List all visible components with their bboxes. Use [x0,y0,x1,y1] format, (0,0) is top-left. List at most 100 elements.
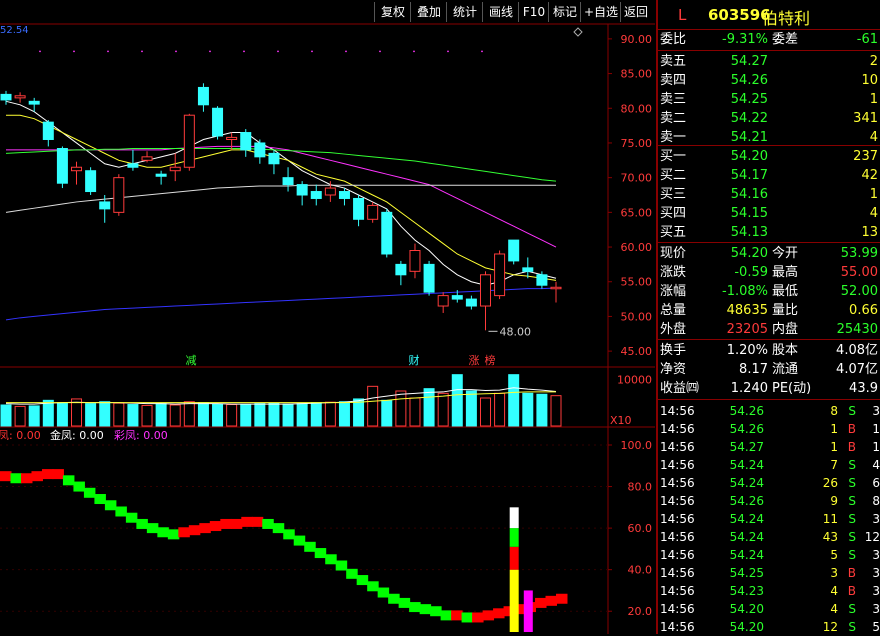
indicator-step [451,610,463,621]
quote-panel: L 603596 伯特利 委比 -9.31% 委差 -61 卖五 54.27 2 卖四… [656,0,880,634]
tick-time: 14:56 [660,530,695,544]
quote-label: 涨幅 [660,284,687,299]
quote-label: 量比 [772,303,799,318]
stat-value: 8.17 [739,362,768,377]
top-marker [39,50,41,53]
volume-bar [113,402,125,427]
low-annotation-label: 48.00 [499,325,531,338]
candle-body [494,253,506,297]
candle-body [56,148,68,184]
top-marker [379,50,381,53]
order-ratio-label: 委比 [660,32,687,47]
candle-body [197,86,209,106]
indicator-step [377,587,390,598]
volume-bar [169,404,181,427]
bid-volume: 13 [861,225,878,240]
candle-body [99,201,111,210]
tick-time: 14:56 [660,512,695,526]
bid-price: 54.15 [730,206,768,221]
indicator-step [293,535,306,546]
volume-bar [14,405,26,427]
tick-side: S [848,476,856,490]
candle-body [395,263,407,276]
volume-unit-label: X10 [610,414,632,427]
tick-count: 3 [872,512,880,526]
tick-price: 54.20 [729,602,764,616]
stat-value: 1.20% [726,343,768,358]
tick-row: 14:56 54.24 5 S 3 [658,546,880,564]
quote-label: 最高 [772,265,799,280]
order-ratio-row: 委比 -9.31% 委差 -61 [658,30,880,49]
tick-row: 14:56 54.25 3 B 3 [658,564,880,582]
tick-volume: 4 [830,584,838,598]
indicator-legend: 凤: 0.00 [0,429,41,442]
quote-value: 25430 [836,322,878,337]
stat-label: 流通 [772,362,799,377]
indicator-step [419,604,432,615]
quote-label: 总量 [660,303,687,318]
ask-volume: 1 [869,92,878,107]
volume-bar [310,402,322,427]
indicator-step [62,475,75,486]
ask-row: 卖三 54.25 1 [658,90,880,109]
bid-price: 54.20 [730,149,768,164]
ask-label: 卖五 [660,54,687,69]
candle-body [338,191,350,199]
indicator-step [230,518,243,529]
tick-count: 1 [872,440,880,454]
tick-price: 54.26 [729,494,764,508]
top-marker [413,50,415,53]
candle-body [367,204,379,220]
tick-row: 14:56 54.23 4 B 3 [658,582,880,600]
event-tag: 榜 [485,353,496,367]
indicator-step [52,469,64,480]
tick-time: 14:56 [660,566,695,580]
tick-side: B [847,422,856,436]
top-marker [277,50,279,53]
candle-body [240,132,252,151]
tick-count: 4 [872,458,880,472]
candle-body [226,136,238,140]
indicator-step [0,471,12,482]
bid-row: 买五 54.13 13 [658,223,880,242]
quote-row: 外盘 23205 内盘 25430 [658,320,880,339]
volume-bar [268,402,280,427]
tick-side: S [848,404,856,418]
tick-volume: 12 [822,620,838,634]
stat-row: 收益㈣ 1.240 PE(动) 43.9 [658,379,880,398]
indicator-step [167,529,180,540]
indicator-step [157,527,169,538]
volume-bar [395,390,407,427]
bid-volume: 4 [869,206,878,221]
indicator-step [409,602,421,613]
indicator-step [535,597,547,608]
y-tick-label: 70.00 [621,172,653,185]
quote-label: 今开 [772,246,799,261]
candle-body [14,95,26,99]
event-tag: 财 [409,353,420,367]
bid-volume: 1 [869,187,878,202]
volume-bar [479,397,491,427]
indicator-signal-bar [509,569,519,632]
tick-time: 14:56 [660,476,695,490]
quote-label: 涨跌 [660,265,687,280]
bid-label: 买五 [660,225,687,240]
tick-time: 14:56 [660,404,695,418]
volume-bar [127,404,139,427]
indicator-legend: 金凤: 0.00 [50,428,104,442]
kline-chart[interactable]: 90.00 85.00 80.00 75.00 70.00 65.00 60.00 55.00… [0,0,655,634]
indicator-step [10,473,22,484]
tick-volume: 11 [822,512,838,526]
bid-label: 买二 [660,168,687,183]
volume-bar [437,392,449,427]
top-marker [447,50,449,53]
candle-body [522,267,534,272]
candle-body [155,173,167,177]
volume-bar [451,374,463,427]
indicator-step [136,518,148,529]
indicator-tick-label: 20.0 [628,605,653,618]
ask-price: 54.26 [730,73,768,88]
bid-row: 买一 54.20 237 [658,147,880,166]
candle-body [282,177,294,186]
indicator-step [220,518,232,529]
